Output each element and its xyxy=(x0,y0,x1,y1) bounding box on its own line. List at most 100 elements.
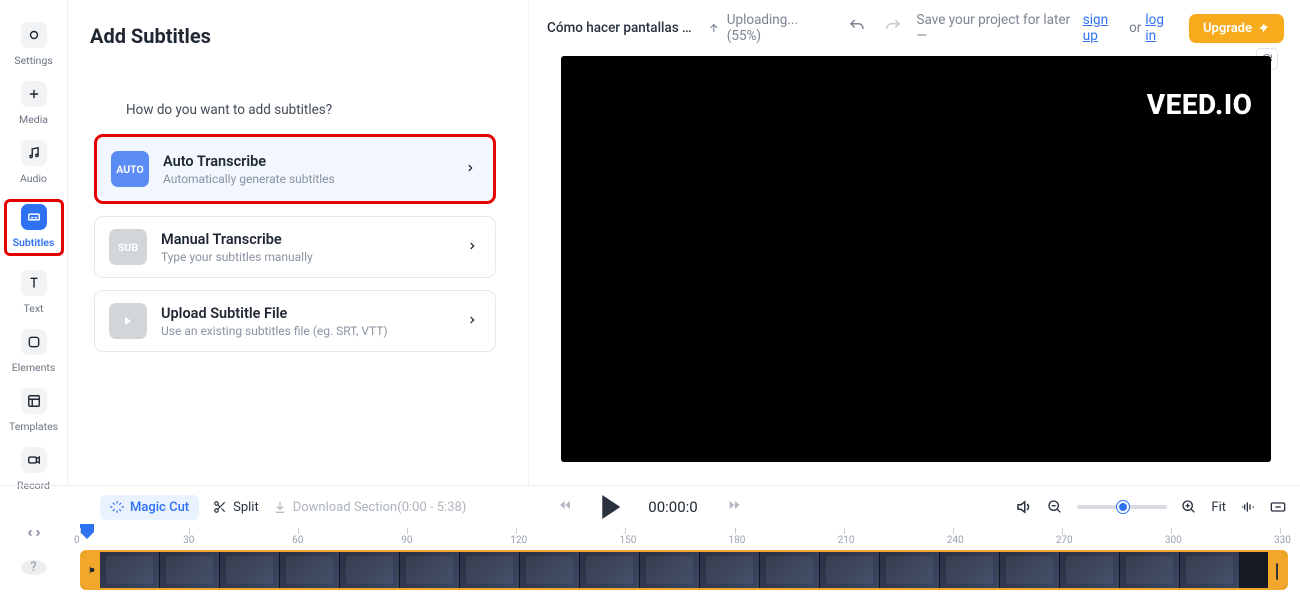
track-thumb xyxy=(340,552,400,588)
magic-cut-button[interactable]: Magic Cut xyxy=(100,495,199,520)
left-sidebar: Settings Media Audio Subtitles Text Elem… xyxy=(0,0,68,485)
download-label: Download Section(0:00 - 5:38) xyxy=(293,500,467,515)
option-upload-file[interactable]: Upload Subtitle File Use an existing sub… xyxy=(94,290,496,352)
upload-status: Uploading... (55%) xyxy=(707,12,832,44)
option-title: Manual Transcribe xyxy=(161,231,453,248)
sidebar-item-media[interactable]: Media xyxy=(4,81,64,126)
playhead-marker[interactable] xyxy=(80,524,94,542)
upgrade-button[interactable]: Upgrade xyxy=(1189,14,1284,43)
seek-fwd-button[interactable] xyxy=(726,498,744,516)
gear-icon xyxy=(21,22,47,48)
track-thumb xyxy=(520,552,580,588)
ruler-tick: 300 xyxy=(1171,528,1172,534)
signup-link[interactable]: sign up xyxy=(1083,12,1125,44)
option-auto-transcribe[interactable]: AUTO Auto Transcribe Automatically gener… xyxy=(94,134,496,204)
ruler-tick: 90 xyxy=(407,528,408,534)
track-thumb xyxy=(460,552,520,588)
track-thumb xyxy=(1120,552,1180,588)
track-thumb xyxy=(220,552,280,588)
sidebar-item-subtitles[interactable]: Subtitles xyxy=(4,199,64,256)
chevron-right-icon xyxy=(467,312,477,331)
timeline-ruler: 0306090120150180210240270300330 xyxy=(80,528,1288,546)
sidebar-label: Media xyxy=(19,113,48,126)
right-panel: Cómo hacer pantallas fi… Uploading... (5… xyxy=(528,0,1300,485)
bolt-icon xyxy=(1258,22,1270,34)
scissors-icon xyxy=(213,500,227,514)
sidebar-label: Settings xyxy=(14,54,52,67)
track-thumb xyxy=(160,552,220,588)
sidebar-item-settings[interactable]: Settings xyxy=(4,22,64,67)
shapes-icon xyxy=(21,329,47,355)
music-icon xyxy=(21,140,47,166)
track-thumb xyxy=(400,552,460,588)
download-section-button[interactable]: Download Section(0:00 - 5:38) xyxy=(273,500,467,515)
undo-button[interactable] xyxy=(845,17,869,39)
track-thumb xyxy=(940,552,1000,588)
fit-button[interactable]: Fit xyxy=(1211,500,1226,515)
save-text: Save your project for later — xyxy=(917,12,1079,44)
project-title[interactable]: Cómo hacer pantallas fi… xyxy=(547,20,695,36)
ruler-tick: 240 xyxy=(953,528,954,534)
redo-button[interactable] xyxy=(881,17,905,39)
ruler-tick: 30 xyxy=(189,528,190,534)
sidebar-item-text[interactable]: Text xyxy=(4,270,64,315)
split-button[interactable]: Split xyxy=(213,500,259,515)
ruler-tick: 330 xyxy=(1280,528,1281,534)
track-thumb xyxy=(280,552,340,588)
panel-question: How do you want to add subtitles? xyxy=(126,102,500,118)
ruler-tick: 0 xyxy=(80,528,81,534)
waveform-button[interactable] xyxy=(1240,499,1256,515)
option-desc: Use an existing subtitles file (eg. SRT,… xyxy=(161,324,453,338)
ruler-tick: 210 xyxy=(844,528,845,534)
track-thumb xyxy=(880,552,940,588)
track-thumb xyxy=(760,552,820,588)
option-manual-transcribe[interactable]: SUB Manual Transcribe Type your subtitle… xyxy=(94,216,496,278)
magic-cut-label: Magic Cut xyxy=(130,500,189,515)
video-preview[interactable]: VEED.IO xyxy=(561,56,1271,462)
settings-button[interactable] xyxy=(1270,499,1286,515)
plus-icon xyxy=(21,81,47,107)
watermark: VEED.IO xyxy=(1147,88,1253,121)
option-desc: Type your subtitles manually xyxy=(161,250,453,264)
sidebar-label: Templates xyxy=(9,420,58,433)
chevron-right-icon xyxy=(465,160,475,179)
play-button[interactable] xyxy=(602,495,620,519)
option-title: Auto Transcribe xyxy=(163,153,451,170)
volume-button[interactable] xyxy=(1015,498,1033,516)
track-thumb xyxy=(1180,552,1240,588)
ruler-tick: 120 xyxy=(516,528,517,534)
track-thumb xyxy=(640,552,700,588)
ruler-tick: 150 xyxy=(625,528,626,534)
chevron-right-icon xyxy=(467,238,477,257)
track-handle-left[interactable] xyxy=(82,552,100,588)
timeline[interactable]: 0306090120150180210240270300330 ∣ xyxy=(0,528,1300,611)
panel-title: Add Subtitles xyxy=(90,24,500,48)
zoom-out-button[interactable] xyxy=(1047,499,1063,515)
auto-badge-icon: AUTO xyxy=(111,151,149,187)
zoom-slider[interactable] xyxy=(1077,505,1167,509)
upload-text: Uploading... (55%) xyxy=(727,12,833,44)
track-handle-right[interactable]: ∣ xyxy=(1268,552,1286,588)
track-thumb xyxy=(1060,552,1120,588)
save-prompt: Save your project for later — sign up or… xyxy=(917,12,1177,44)
track-thumb xyxy=(820,552,880,588)
login-link[interactable]: log in xyxy=(1145,12,1177,44)
sidebar-label: Audio xyxy=(20,172,47,185)
controls-bar: Magic Cut Split Download Section(0:00 - … xyxy=(0,486,1300,528)
bottom-area: Magic Cut Split Download Section(0:00 - … xyxy=(0,485,1300,611)
subtitles-panel: Add Subtitles How do you want to add sub… xyxy=(68,0,528,485)
file-badge-icon xyxy=(109,303,147,339)
sidebar-item-audio[interactable]: Audio xyxy=(4,140,64,185)
sidebar-item-templates[interactable]: Templates xyxy=(4,388,64,433)
zoom-in-button[interactable] xyxy=(1181,499,1197,515)
upload-icon xyxy=(707,21,721,35)
video-track[interactable]: ∣ xyxy=(80,550,1288,590)
download-icon xyxy=(273,500,287,514)
sidebar-label: Subtitles xyxy=(13,236,55,249)
option-title: Upload Subtitle File xyxy=(161,305,453,322)
sidebar-item-elements[interactable]: Elements xyxy=(4,329,64,374)
seek-back-button[interactable] xyxy=(556,498,574,516)
top-bar: Cómo hacer pantallas fi… Uploading... (5… xyxy=(547,10,1284,52)
sidebar-label: Elements xyxy=(12,361,56,374)
upgrade-label: Upgrade xyxy=(1203,21,1252,36)
